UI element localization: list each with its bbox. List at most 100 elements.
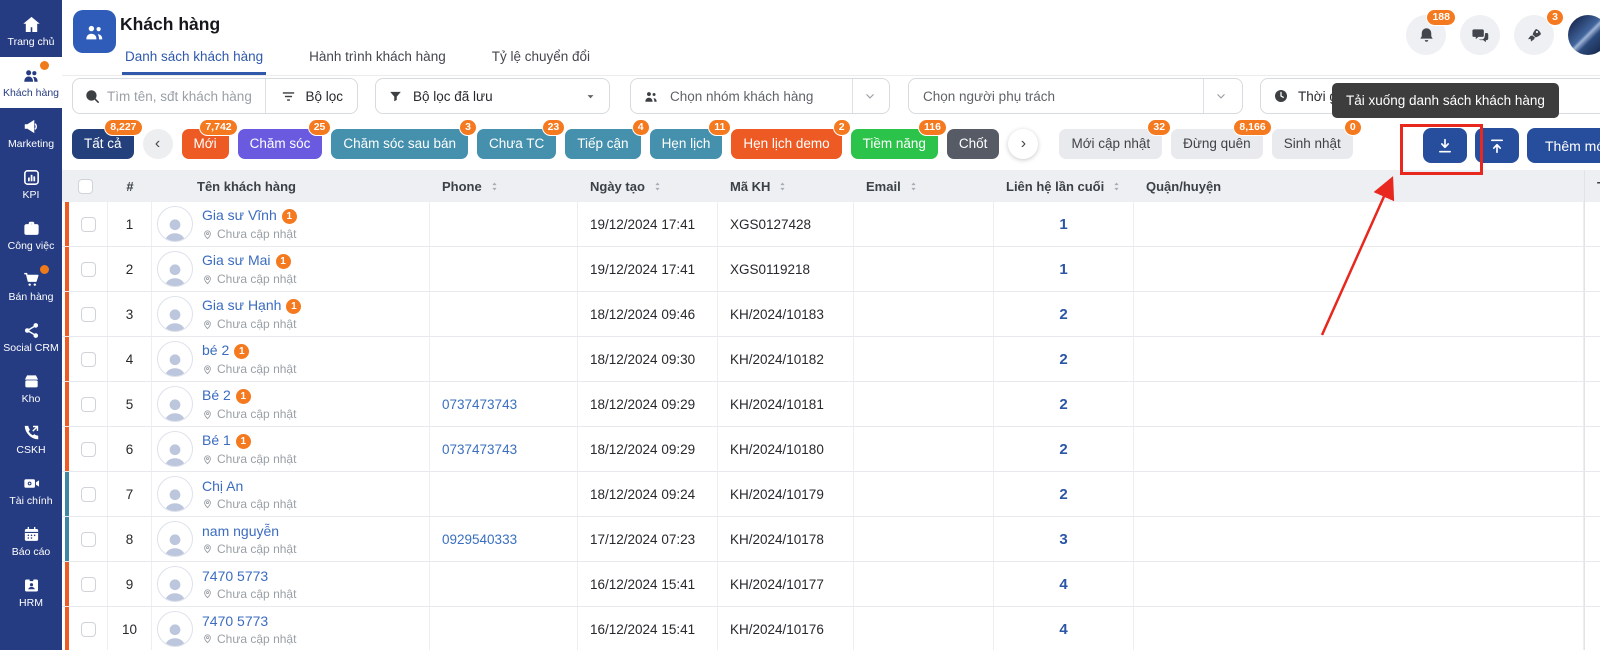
- customer-name-link[interactable]: bé 2: [202, 342, 229, 358]
- sidebar-item-label: HRM: [19, 598, 43, 609]
- status-chip-dung-quen[interactable]: Đừng quên8,166: [1171, 129, 1263, 159]
- created-date-cell: 18/12/2024 09:29: [578, 382, 718, 426]
- column-header-phone[interactable]: Phone: [430, 170, 578, 202]
- user-avatar[interactable]: [1568, 15, 1600, 55]
- column-header-last-contact[interactable]: Liên hệ lần cuối: [994, 170, 1134, 202]
- download-button[interactable]: [1423, 128, 1467, 163]
- sort-icon[interactable]: [651, 180, 664, 193]
- customer-table: #Tên khách hàngPhoneNgày tạoMã KHEmailLi…: [62, 170, 1600, 650]
- phone-cell: 0737473743: [430, 382, 578, 426]
- customer-name-link[interactable]: Gia sư Mai: [202, 252, 271, 268]
- status-chip-hen-lich[interactable]: Hẹn lịch11: [650, 129, 723, 159]
- sidebar-item-kpi[interactable]: KPI: [0, 159, 62, 210]
- status-chip-cham-soc-sau-ban[interactable]: Chăm sóc sau bán3: [331, 129, 468, 159]
- row-checkbox[interactable]: [81, 487, 96, 502]
- sidebar-item-cong-viec[interactable]: Công việc: [0, 210, 62, 261]
- row-checkbox[interactable]: [81, 622, 96, 637]
- sidebar-item-trang-chu[interactable]: Trang chủ: [0, 6, 62, 57]
- sidebar-item-cskh[interactable]: CSKH: [0, 414, 62, 465]
- saved-filter-select[interactable]: Bộ lọc đã lưu: [375, 78, 610, 114]
- assignee-select[interactable]: Chọn người phụ trách: [908, 78, 1243, 114]
- status-chip-tiep-can[interactable]: Tiếp cận4: [565, 129, 640, 159]
- briefcase-icon: [22, 219, 41, 238]
- sort-icon[interactable]: [907, 180, 920, 193]
- row-checkbox[interactable]: [81, 217, 96, 232]
- email-cell: [854, 382, 994, 426]
- customer-name-link[interactable]: nam nguyễn: [202, 523, 279, 539]
- row-checkbox[interactable]: [81, 262, 96, 277]
- add-new-button[interactable]: Thêm mới: [1527, 128, 1600, 163]
- customer-name-link[interactable]: Bé 1: [202, 432, 231, 448]
- messages-button[interactable]: [1460, 15, 1500, 55]
- status-chip-moi-cap-nhat[interactable]: Mới cập nhật32: [1059, 129, 1162, 159]
- district-cell: [1134, 202, 1584, 246]
- customer-name-link[interactable]: 7470 5773: [202, 568, 268, 584]
- new-count-badge: 1: [234, 344, 249, 359]
- row-checkbox[interactable]: [81, 352, 96, 367]
- column-header-code[interactable]: Mã KH: [718, 170, 854, 202]
- sidebar-item-khach-hang[interactable]: Khách hàng: [0, 57, 62, 108]
- customer-name-link[interactable]: Bé 2: [202, 387, 231, 403]
- download-tooltip: Tải xuống danh sách khách hàng: [1332, 83, 1559, 118]
- customer-group-select[interactable]: Chọn nhóm khách hàng: [630, 78, 890, 114]
- sidebar-item-kho[interactable]: Kho: [0, 363, 62, 414]
- phone-link[interactable]: 0929540333: [442, 532, 517, 547]
- sidebar-item-label: Công việc: [8, 241, 55, 252]
- sidebar-item-tai-chinh[interactable]: Tài chính: [0, 465, 62, 516]
- row-checkbox[interactable]: [81, 442, 96, 457]
- status-chip-moi[interactable]: Mới7,742: [182, 129, 229, 159]
- customer-name-link[interactable]: Gia sư Vĩnh: [202, 207, 277, 223]
- status-chip-tat-ca[interactable]: Tất cả8,227: [72, 129, 134, 159]
- column-header-name: Tên khách hàng: [152, 170, 430, 202]
- status-chip-chua-tc[interactable]: Chưa TC23: [477, 129, 556, 159]
- row-checkbox[interactable]: [81, 397, 96, 412]
- status-chip-hen-lich-demo[interactable]: Hẹn lịch demo2: [731, 129, 841, 159]
- sidebar-item-hrm[interactable]: HRM: [0, 567, 62, 618]
- customer-name-link[interactable]: Gia sư Hạnh: [202, 297, 281, 313]
- status-chip-tiem-nang[interactable]: Tiềm năng116: [851, 129, 938, 159]
- phone-link[interactable]: 0737473743: [442, 442, 517, 457]
- customer-name-link[interactable]: 7470 5773: [202, 613, 268, 629]
- column-header-email[interactable]: Email: [854, 170, 994, 202]
- rocket-icon: [1525, 26, 1544, 45]
- customer-code: XGS0119218: [730, 262, 810, 277]
- sidebar-item-social-crm[interactable]: Social CRM: [0, 312, 62, 363]
- select-all-checkbox[interactable]: [78, 179, 93, 194]
- tab-danh-sach-khach-hang[interactable]: Danh sách khách hàng: [122, 49, 266, 75]
- status-chip-chot[interactable]: Chốt: [947, 129, 1000, 159]
- row-checkbox[interactable]: [81, 532, 96, 547]
- row-checkbox[interactable]: [81, 307, 96, 322]
- created-date: 18/12/2024 09:46: [590, 307, 695, 322]
- sort-icon[interactable]: [776, 180, 789, 193]
- chips-scroll-next-button[interactable]: ›: [1008, 129, 1038, 159]
- chips-scroll-prev-button[interactable]: ‹: [143, 129, 173, 159]
- column-header-created[interactable]: Ngày tạo: [578, 170, 718, 202]
- tab-ty-le-chuyen-doi[interactable]: Tỷ lệ chuyển đổi: [489, 49, 593, 75]
- tab-hanh-trinh-khach-hang[interactable]: Hành trình khách hàng: [306, 49, 449, 75]
- customer-name-cell: Bé 21Chưa cập nhật: [152, 382, 430, 426]
- customer-location: Chưa cập nhật: [217, 497, 296, 511]
- sort-icon[interactable]: [488, 180, 501, 193]
- location-pin-icon: [202, 229, 213, 240]
- phone-link[interactable]: 0737473743: [442, 397, 517, 412]
- customer-avatar: [157, 611, 193, 647]
- column-header-select: [62, 170, 108, 202]
- search-input[interactable]: [107, 89, 265, 104]
- location-pin-icon: [202, 274, 213, 285]
- updates-button[interactable]: 3: [1514, 15, 1554, 55]
- sidebar-item-bao-cao[interactable]: Báo cáo: [0, 516, 62, 567]
- sort-icon[interactable]: [1110, 180, 1123, 193]
- chip-label: Tiếp cận: [577, 136, 628, 151]
- created-date-cell: 19/12/2024 17:41: [578, 202, 718, 246]
- notifications-button[interactable]: 188: [1406, 15, 1446, 55]
- chip-count-badge: 4: [632, 119, 650, 136]
- filter-button[interactable]: Bộ lọc: [266, 88, 357, 105]
- status-chip-cham-soc[interactable]: Chăm sóc25: [238, 129, 323, 159]
- status-chip-sinh-nhat[interactable]: Sinh nhật0: [1272, 129, 1353, 159]
- sidebar-item-marketing[interactable]: Marketing: [0, 108, 62, 159]
- row-checkbox[interactable]: [81, 577, 96, 592]
- upload-button[interactable]: [1475, 128, 1519, 163]
- customer-name-link[interactable]: Chị An: [202, 478, 243, 494]
- sidebar-item-ban-hang[interactable]: Bán hàng: [0, 261, 62, 312]
- chip-label: Hẹn lịch demo: [743, 136, 829, 151]
